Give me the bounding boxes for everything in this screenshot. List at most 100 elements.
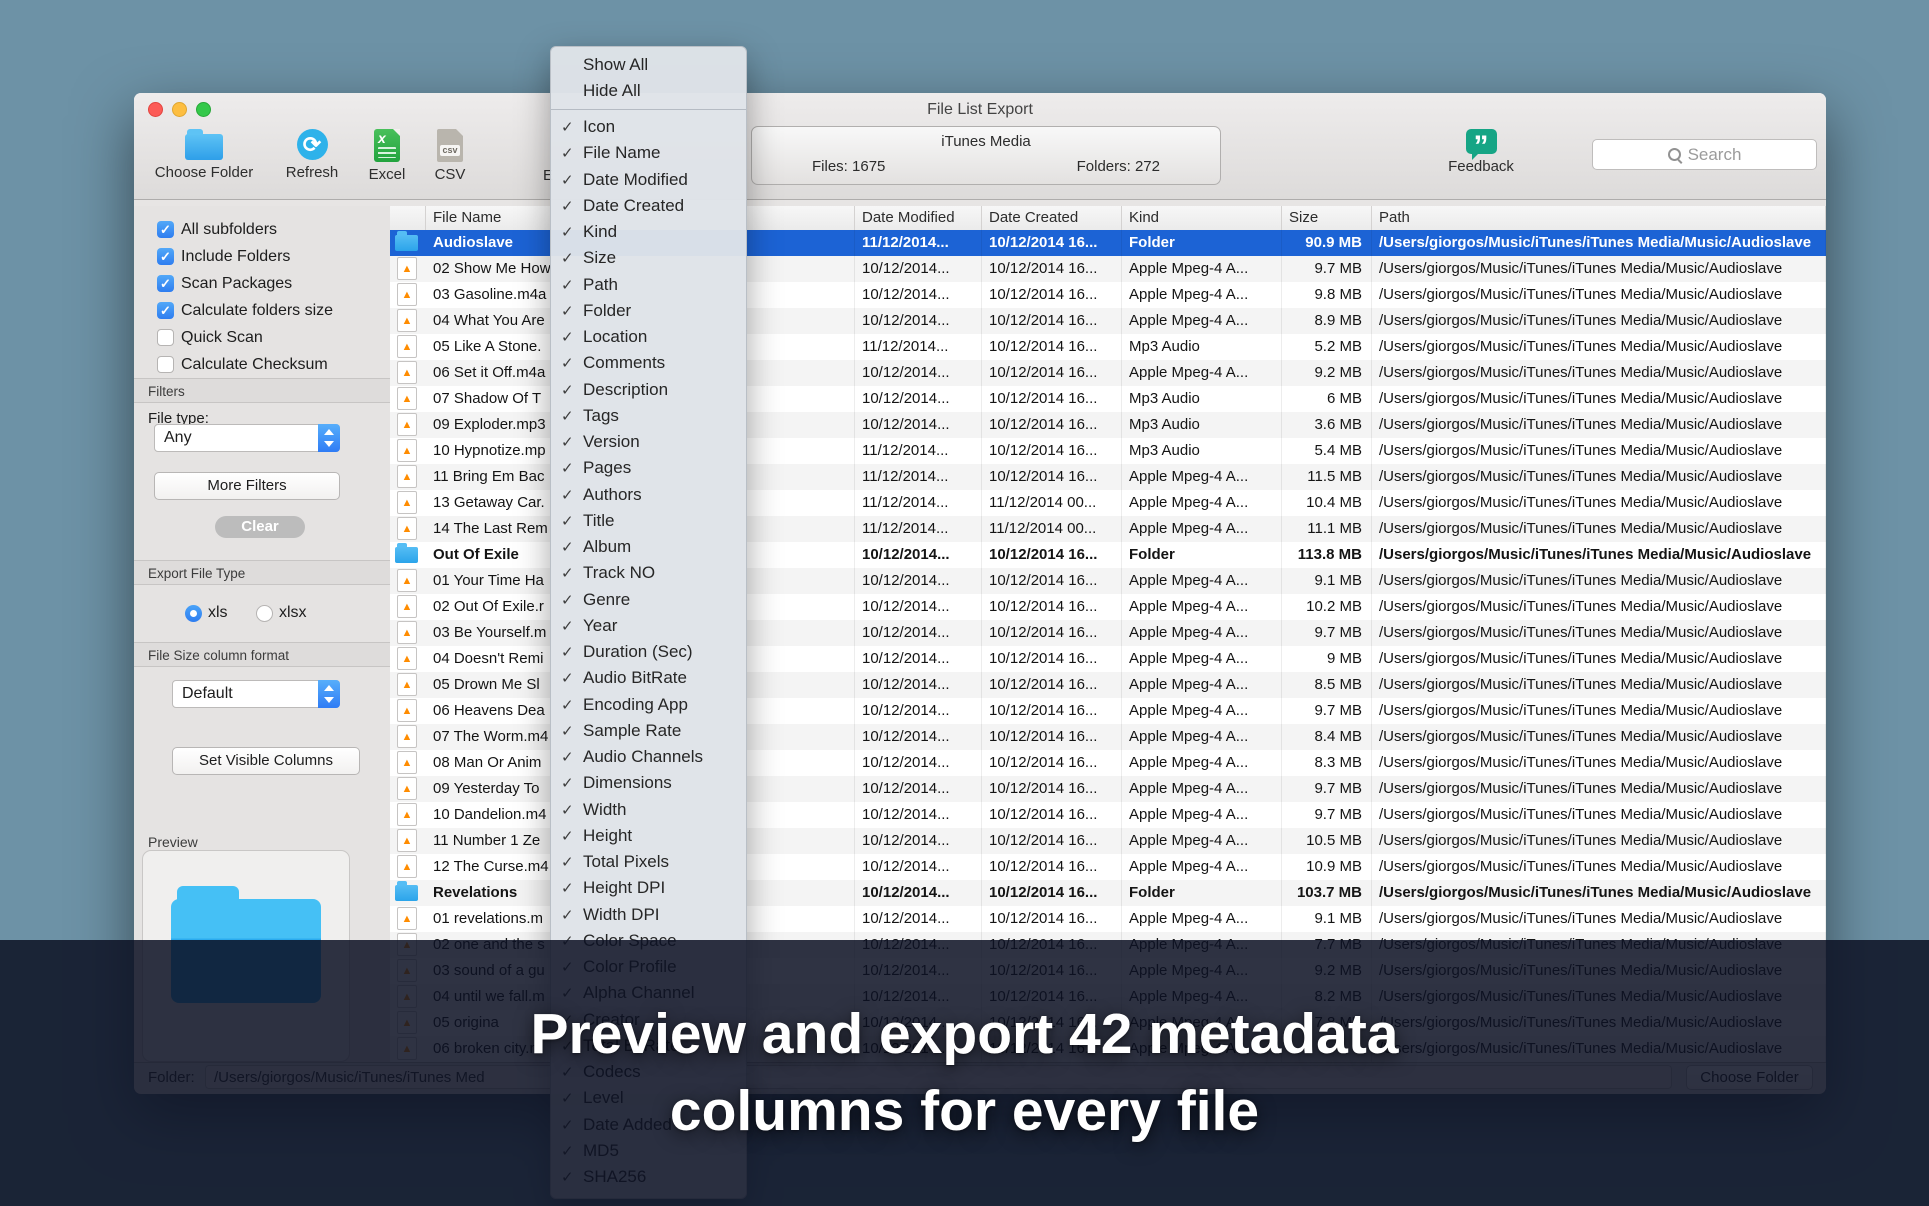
cell-date-created: 10/12/2014 16... bbox=[982, 412, 1122, 438]
menu-item-height-dpi[interactable]: ✓Height DPI bbox=[551, 875, 746, 901]
menu-item-hide-all[interactable]: Hide All bbox=[551, 78, 746, 104]
checkbox-label: Quick Scan bbox=[181, 329, 263, 347]
clear-filters-button[interactable]: Clear bbox=[215, 516, 305, 538]
folders-count: Folders: 272 bbox=[1077, 158, 1160, 175]
checkbox-calculate-checksum[interactable]: Calculate Checksum bbox=[157, 351, 328, 378]
menu-item-total-pixels[interactable]: ✓Total Pixels bbox=[551, 849, 746, 875]
menu-item-sample-rate[interactable]: ✓Sample Rate bbox=[551, 718, 746, 744]
column-header-size[interactable]: Size bbox=[1282, 206, 1372, 230]
csv-export-toolbar-button[interactable]: csv CSV bbox=[410, 129, 490, 187]
cell-date-modified: 11/12/2014... bbox=[855, 438, 982, 464]
column-header-kind[interactable]: Kind bbox=[1122, 206, 1282, 230]
search-input[interactable]: Search bbox=[1592, 139, 1817, 170]
set-visible-columns-button[interactable]: Set Visible Columns bbox=[172, 747, 360, 775]
xls-radio[interactable]: xls bbox=[185, 604, 228, 622]
xlsx-radio[interactable]: xlsx bbox=[256, 604, 307, 622]
menu-item-width[interactable]: ✓Width bbox=[551, 797, 746, 823]
menu-item-location[interactable]: ✓Location bbox=[551, 324, 746, 350]
cell-size: 8.5 MB bbox=[1282, 672, 1372, 698]
checkmark-icon: ✓ bbox=[561, 538, 583, 556]
chevron-up-down-icon bbox=[318, 680, 340, 708]
menu-item-encoding-app[interactable]: ✓Encoding App bbox=[551, 692, 746, 718]
options-sidebar: ✓All subfolders✓Include Folders✓Scan Pac… bbox=[134, 206, 391, 1062]
menu-item-authors[interactable]: ✓Authors bbox=[551, 482, 746, 508]
checkbox-scan-packages[interactable]: ✓Scan Packages bbox=[157, 270, 292, 297]
menu-item-duration-sec-[interactable]: ✓Duration (Sec) bbox=[551, 639, 746, 665]
menu-item-version[interactable]: ✓Version bbox=[551, 429, 746, 455]
checkmark-icon: ✓ bbox=[561, 197, 583, 215]
column-header-path[interactable]: Path bbox=[1372, 206, 1826, 230]
menu-item-label: Year bbox=[583, 616, 617, 636]
menu-item-comments[interactable]: ✓Comments bbox=[551, 350, 746, 376]
checkbox-include-folders[interactable]: ✓Include Folders bbox=[157, 243, 290, 270]
menu-item-description[interactable]: ✓Description bbox=[551, 377, 746, 403]
menu-item-file-name[interactable]: ✓File Name bbox=[551, 140, 746, 166]
menu-item-pages[interactable]: ✓Pages bbox=[551, 455, 746, 481]
size-format-value: Default bbox=[182, 685, 233, 702]
cell-kind: Apple Mpeg-4 A... bbox=[1122, 360, 1282, 386]
column-header-date-created[interactable]: Date Created bbox=[982, 206, 1122, 230]
menu-item-label: Date Modified bbox=[583, 170, 688, 190]
menu-item-label: Pages bbox=[583, 458, 631, 478]
menu-item-tags[interactable]: ✓Tags bbox=[551, 403, 746, 429]
menu-item-audio-channels[interactable]: ✓Audio Channels bbox=[551, 744, 746, 770]
cell-size: 11.1 MB bbox=[1282, 516, 1372, 542]
cell-date-modified: 11/12/2014... bbox=[855, 334, 982, 360]
menu-item-date-modified[interactable]: ✓Date Modified bbox=[551, 167, 746, 193]
menu-item-title[interactable]: ✓Title bbox=[551, 508, 746, 534]
checkbox-checked-icon: ✓ bbox=[157, 221, 174, 238]
menu-item-kind[interactable]: ✓Kind bbox=[551, 219, 746, 245]
audio-file-icon: ▲ bbox=[397, 517, 417, 540]
checkmark-icon: ✓ bbox=[561, 118, 583, 136]
cell-size: 11.5 MB bbox=[1282, 464, 1372, 490]
checkmark-icon: ✓ bbox=[561, 879, 583, 897]
audio-file-icon: ▲ bbox=[397, 309, 417, 332]
column-header-date-modified[interactable]: Date Modified bbox=[855, 206, 982, 230]
refresh-toolbar-button[interactable]: ⟳ Refresh bbox=[272, 129, 352, 187]
audio-file-icon: ▲ bbox=[397, 855, 417, 878]
menu-item-height[interactable]: ✓Height bbox=[551, 823, 746, 849]
cell-date-created: 10/12/2014 16... bbox=[982, 724, 1122, 750]
menu-item-path[interactable]: ✓Path bbox=[551, 272, 746, 298]
folder-icon bbox=[185, 134, 223, 160]
menu-item-audio-bitrate[interactable]: ✓Audio BitRate bbox=[551, 665, 746, 691]
cell-date-created: 10/12/2014 16... bbox=[982, 438, 1122, 464]
checkmark-icon: ✓ bbox=[561, 249, 583, 267]
audio-file-icon: ▲ bbox=[397, 621, 417, 644]
cell-date-created: 10/12/2014 16... bbox=[982, 386, 1122, 412]
checkmark-icon: ✓ bbox=[561, 643, 583, 661]
checkbox-quick-scan[interactable]: Quick Scan bbox=[157, 324, 263, 351]
audio-file-icon: ▲ bbox=[397, 829, 417, 852]
cell-date-modified: 10/12/2014... bbox=[855, 828, 982, 854]
audio-file-icon: ▲ bbox=[397, 725, 417, 748]
menu-item-year[interactable]: ✓Year bbox=[551, 613, 746, 639]
more-filters-button[interactable]: More Filters bbox=[154, 472, 340, 500]
choose-folder-toolbar-button[interactable]: Choose Folder bbox=[154, 129, 254, 187]
menu-item-track-no[interactable]: ✓Track NO bbox=[551, 560, 746, 586]
size-format-select[interactable]: Default bbox=[172, 680, 340, 708]
checkbox-calculate-folders-size[interactable]: ✓Calculate folders size bbox=[157, 297, 333, 324]
menu-item-icon[interactable]: ✓Icon bbox=[551, 114, 746, 140]
feedback-toolbar-button[interactable]: ” Feedback bbox=[1441, 129, 1521, 187]
file-size-format-section-header: File Size column format bbox=[134, 642, 390, 667]
menu-item-show-all[interactable]: Show All bbox=[551, 52, 746, 78]
menu-item-width-dpi[interactable]: ✓Width DPI bbox=[551, 902, 746, 928]
checkbox-label: Include Folders bbox=[181, 248, 290, 266]
checkmark-icon: ✓ bbox=[561, 171, 583, 189]
cell-size: 9.1 MB bbox=[1282, 568, 1372, 594]
cell-kind: Apple Mpeg-4 A... bbox=[1122, 776, 1282, 802]
menu-item-album[interactable]: ✓Album bbox=[551, 534, 746, 560]
column-header-icon[interactable] bbox=[390, 206, 426, 230]
cell-path: /Users/giorgos/Music/iTunes/iTunes Media… bbox=[1372, 620, 1826, 646]
menu-item-dimensions[interactable]: ✓Dimensions bbox=[551, 770, 746, 796]
menu-item-genre[interactable]: ✓Genre bbox=[551, 587, 746, 613]
checkbox-all-subfolders[interactable]: ✓All subfolders bbox=[157, 216, 277, 243]
menu-item-folder[interactable]: ✓Folder bbox=[551, 298, 746, 324]
export-file-type-section-header: Export File Type bbox=[134, 560, 390, 585]
menu-item-size[interactable]: ✓Size bbox=[551, 245, 746, 271]
cell-kind: Apple Mpeg-4 A... bbox=[1122, 516, 1282, 542]
cell-path: /Users/giorgos/Music/iTunes/iTunes Media… bbox=[1372, 542, 1826, 568]
file-type-select[interactable]: Any bbox=[154, 424, 340, 452]
menu-item-date-created[interactable]: ✓Date Created bbox=[551, 193, 746, 219]
audio-file-icon: ▲ bbox=[397, 387, 417, 410]
